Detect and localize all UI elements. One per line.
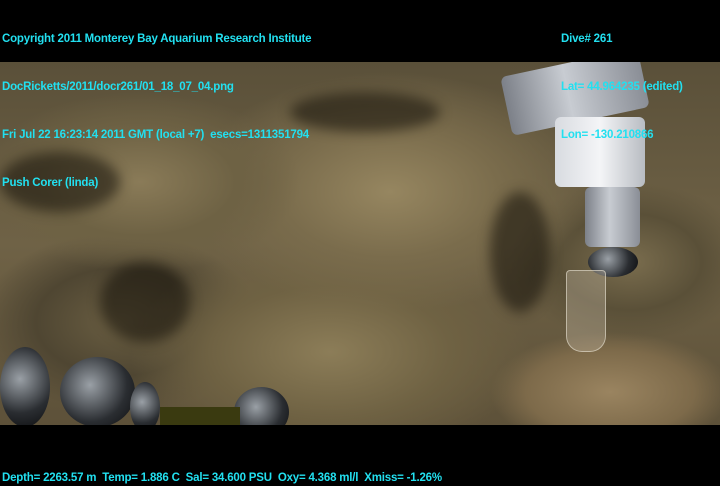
rov-frame-bar [160, 407, 240, 425]
latitude: Lat= 44.964235 (edited) [561, 81, 683, 93]
rov-equipment [0, 347, 50, 425]
rov-equipment [234, 387, 289, 425]
longitude: Lon= -130.210866 [561, 129, 654, 141]
manipulator-gripper [585, 187, 640, 247]
rov-equipment [60, 357, 135, 425]
header-left: Copyright 2011 Monterey Bay Aquarium Res… [2, 0, 312, 223]
rov-frame-grab: Copyright 2011 Monterey Bay Aquarium Res… [0, 0, 720, 486]
telemetry-footer: Depth= 2263.57 m Temp= 1.886 C Sal= 34.6… [2, 472, 442, 484]
copyright-text: Copyright 2011 Monterey Bay Aquarium Res… [2, 33, 312, 45]
annotation-text: Push Corer (linda) [2, 177, 99, 189]
push-corer-tube [566, 270, 606, 352]
crevice-shadow [490, 192, 550, 312]
rock-shadow [100, 262, 190, 342]
rov-equipment [130, 382, 160, 425]
dive-number: Dive# 261 [561, 33, 613, 45]
timestamp-text: Fri Jul 22 16:23:14 2011 GMT (local +7) … [2, 129, 309, 141]
file-path-text: DocRicketts/2011/docr261/01_18_07_04.png [2, 81, 234, 93]
rock-shadow [290, 92, 440, 132]
header-right: Dive# 261 Lat= 44.964235 (edited) Lon= -… [561, 0, 683, 175]
